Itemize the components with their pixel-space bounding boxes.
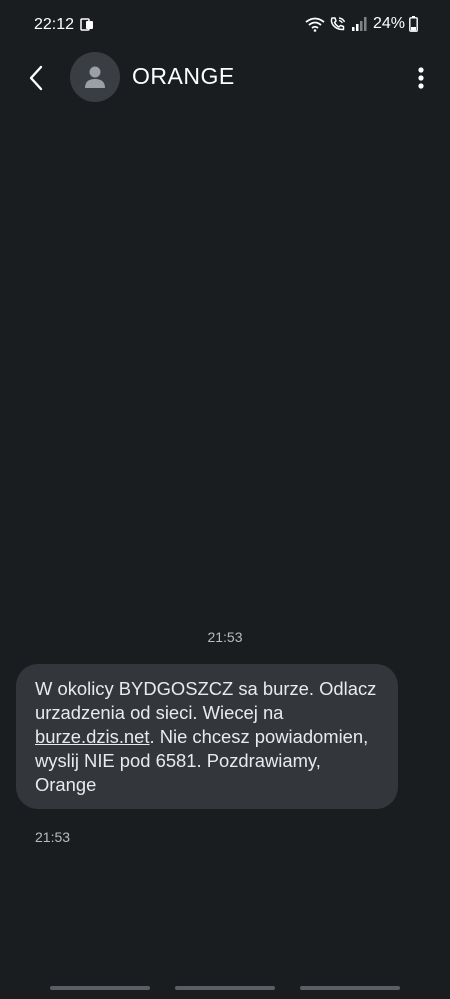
nav-recents-button[interactable] (50, 986, 150, 990)
more-vert-icon (418, 67, 424, 89)
status-icons: 24% (305, 14, 418, 34)
message-text: W okolicy BYDGOSZCZ sa burze. Odlacz urz… (35, 678, 377, 723)
avatar[interactable] (70, 52, 120, 102)
message-timestamp: 21:53 (35, 829, 71, 845)
nav-home-button[interactable] (175, 986, 275, 990)
back-arrow-icon (29, 65, 43, 91)
nav-back-button[interactable] (300, 986, 400, 990)
battery-icon (409, 16, 418, 32)
notification-icon (80, 17, 95, 32)
back-button[interactable] (16, 58, 56, 98)
date-timestamp: 21:53 (207, 629, 243, 645)
wifi-calling-icon (305, 16, 325, 32)
more-options-button[interactable] (406, 58, 436, 98)
status-time: 22:12 (34, 16, 75, 33)
person-icon (85, 66, 105, 88)
status-bar: 22:12 24% (0, 0, 450, 50)
conversation-header: ORANGE (0, 50, 450, 106)
signal-icon (351, 16, 367, 32)
message-link[interactable]: burze.dzis.net (35, 726, 150, 747)
contact-name[interactable]: ORANGE (132, 63, 235, 90)
battery-percentage: 24% (372, 15, 405, 32)
phone-wifi-icon (329, 16, 347, 32)
message-bubble[interactable]: W okolicy BYDGOSZCZ sa burze. Odlacz urz… (16, 664, 398, 809)
navigation-bar (0, 986, 450, 992)
